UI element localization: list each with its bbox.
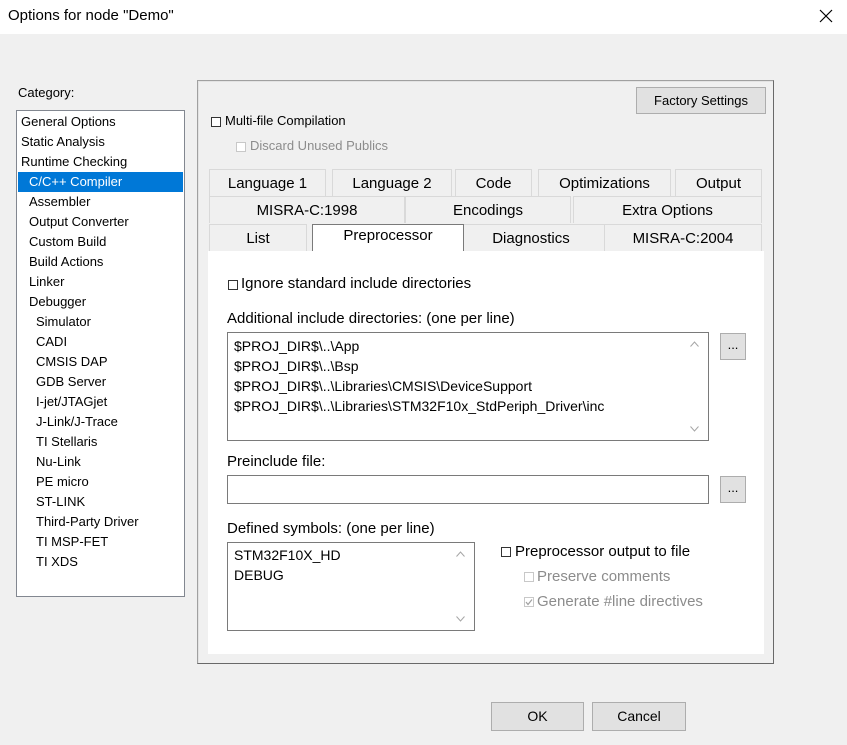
preinclude-browse-button[interactable]: ... xyxy=(720,476,746,503)
category-item[interactable]: General Options xyxy=(18,112,183,132)
tab-output[interactable]: Output xyxy=(675,169,762,196)
include-dirs-textarea[interactable]: $PROJ_DIR$\..\App $PROJ_DIR$\..\Bsp $PRO… xyxy=(227,332,709,441)
include-dir-line: $PROJ_DIR$\..\Libraries\STM32F10x_StdPer… xyxy=(234,398,605,414)
multifile-checkbox[interactable] xyxy=(211,117,221,127)
generate-line-label: Generate #line directives xyxy=(537,593,703,610)
tab-encodings[interactable]: Encodings xyxy=(405,196,571,223)
category-item[interactable]: Runtime Checking xyxy=(18,152,183,172)
defined-symbols-label: Defined symbols: (one per line) xyxy=(227,520,435,537)
include-dirs-browse-button[interactable]: ... xyxy=(720,333,746,360)
defined-symbols-textarea[interactable]: STM32F10X_HD DEBUG xyxy=(227,542,475,631)
cancel-button[interactable]: Cancel xyxy=(592,702,686,731)
category-item[interactable]: Assembler xyxy=(18,192,183,212)
close-icon xyxy=(819,9,833,23)
category-item[interactable]: TI XDS xyxy=(18,552,183,572)
category-item[interactable]: Linker xyxy=(18,272,183,292)
category-item[interactable]: CMSIS DAP xyxy=(18,352,183,372)
tab-diagnostics[interactable]: Diagnostics xyxy=(456,224,606,251)
preserve-comments-label: Preserve comments xyxy=(537,568,671,585)
scroll-up-icon[interactable] xyxy=(688,338,700,350)
preserve-comments-checkbox xyxy=(524,572,534,582)
category-item[interactable]: Nu-Link xyxy=(18,452,183,472)
preprocessor-output-label: Preprocessor output to file xyxy=(515,543,691,560)
category-item[interactable]: C/C++ Compiler xyxy=(18,172,183,192)
defined-symbol-line: STM32F10X_HD xyxy=(234,547,341,563)
category-item[interactable]: I-jet/JTAGjet xyxy=(18,392,183,412)
category-item[interactable]: TI Stellaris xyxy=(18,432,183,452)
scroll-down-icon[interactable] xyxy=(454,613,466,625)
tab-misra-2004[interactable]: MISRA-C:2004 xyxy=(604,224,762,251)
category-item[interactable]: Debugger xyxy=(18,292,183,312)
window-title: Options for node "Demo" xyxy=(8,7,174,24)
include-dir-line: $PROJ_DIR$\..\Bsp xyxy=(234,358,359,374)
tab-list[interactable]: List xyxy=(209,224,307,251)
ignore-std-include-checkbox[interactable] xyxy=(228,280,238,290)
preinclude-label: Preinclude file: xyxy=(227,453,326,470)
category-label: Category: xyxy=(18,85,75,100)
category-item[interactable]: GDB Server xyxy=(18,372,183,392)
category-item[interactable]: TI MSP-FET xyxy=(18,532,183,552)
tab-extra-options[interactable]: Extra Options xyxy=(573,196,762,223)
ignore-std-include-label: Ignore standard include directories xyxy=(241,275,472,292)
close-button[interactable] xyxy=(811,2,841,30)
title-bar: Options for node "Demo" xyxy=(0,0,847,34)
category-item[interactable]: J-Link/J-Trace xyxy=(18,412,183,432)
include-dir-line: $PROJ_DIR$\..\Libraries\CMSIS\DeviceSupp… xyxy=(234,378,532,394)
category-item[interactable]: Simulator xyxy=(18,312,183,332)
tab-language-2[interactable]: Language 2 xyxy=(332,169,452,196)
tab-optimizations[interactable]: Optimizations xyxy=(538,169,671,196)
category-item[interactable]: Static Analysis xyxy=(18,132,183,152)
scroll-down-icon[interactable] xyxy=(688,423,700,435)
preprocessor-output-checkbox[interactable] xyxy=(501,547,511,557)
discard-unused-label: Discard Unused Publics xyxy=(250,138,389,153)
category-item[interactable]: Build Actions xyxy=(18,252,183,272)
category-item[interactable]: ST-LINK xyxy=(18,492,183,512)
checkmark-icon xyxy=(525,599,533,606)
tab-misra-1998[interactable]: MISRA-C:1998 xyxy=(209,196,405,223)
category-item[interactable]: Custom Build xyxy=(18,232,183,252)
scroll-up-icon[interactable] xyxy=(454,548,466,560)
discard-unused-checkbox xyxy=(236,142,246,152)
factory-settings-button[interactable]: Factory Settings xyxy=(636,87,766,114)
tab-language-1[interactable]: Language 1 xyxy=(209,169,326,196)
multifile-label: Multi-file Compilation xyxy=(225,113,346,128)
preinclude-input[interactable] xyxy=(227,475,709,504)
category-item[interactable]: Third-Party Driver xyxy=(18,512,183,532)
include-dirs-label: Additional include directories: (one per… xyxy=(227,310,515,327)
include-dir-line: $PROJ_DIR$\..\App xyxy=(234,338,360,354)
ok-button[interactable]: OK xyxy=(491,702,584,731)
category-item[interactable]: PE micro xyxy=(18,472,183,492)
category-item[interactable]: CADI xyxy=(18,332,183,352)
category-list[interactable]: General Options Static Analysis Runtime Ch… xyxy=(16,110,185,597)
tab-code[interactable]: Code xyxy=(455,169,532,196)
category-item[interactable]: Output Converter xyxy=(18,212,183,232)
tab-preprocessor[interactable]: Preprocessor xyxy=(312,224,464,251)
generate-line-checkbox xyxy=(524,597,534,607)
defined-symbol-line: DEBUG xyxy=(234,567,284,583)
